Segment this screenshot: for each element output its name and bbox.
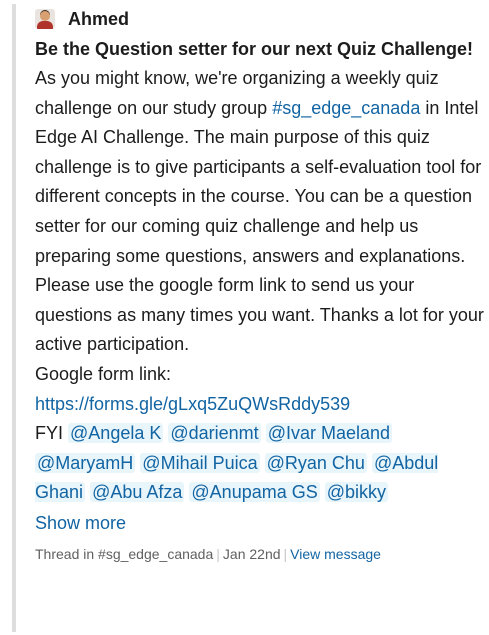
body-rest: in Intel Edge AI Challenge. The main pur…: [35, 97, 484, 355]
mention[interactable]: @MaryamH: [35, 452, 136, 473]
view-message-link[interactable]: View message: [290, 546, 381, 562]
mention[interactable]: @Abu Afza: [90, 482, 185, 503]
message-header: Ahmed: [35, 4, 487, 34]
message-title: Be the Question setter for our next Quiz…: [35, 39, 474, 59]
mention[interactable]: @Ryan Chu: [264, 452, 367, 473]
mention[interactable]: @Mihail Puica: [140, 452, 260, 473]
message-date[interactable]: Jan 22nd: [223, 546, 281, 562]
footer-divider: |: [283, 545, 288, 562]
message-footer: Thread in #sg_edge_canada | Jan 22nd | View …: [35, 544, 487, 564]
form-label: Google form link:: [35, 363, 172, 384]
mention[interactable]: @Angela K: [68, 423, 164, 444]
avatar[interactable]: [35, 9, 55, 29]
message-body: As you might know, we're organizing a we…: [35, 64, 487, 508]
thread-label[interactable]: Thread in #sg_edge_canada: [35, 546, 213, 562]
mentions-line: FYI @Angela K @darienmt @Ivar Maeland @M…: [35, 419, 487, 508]
message-card: Ahmed Be the Question setter for our nex…: [12, 4, 487, 632]
mention[interactable]: @Ivar Maeland: [265, 423, 393, 444]
show-more-link[interactable]: Show more: [35, 508, 126, 538]
channel-link[interactable]: #sg_edge_canada: [272, 98, 420, 118]
mention[interactable]: @bikky: [324, 482, 389, 503]
fyi-label: FYI: [35, 423, 64, 444]
footer-divider: |: [216, 545, 220, 562]
form-link[interactable]: https://forms.gle/gLxq5ZuQWsRddy539: [35, 394, 350, 414]
author-name[interactable]: Ahmed: [68, 9, 129, 30]
mention[interactable]: @Anupama GS: [189, 482, 320, 503]
mention[interactable]: @darienmt: [168, 423, 261, 444]
